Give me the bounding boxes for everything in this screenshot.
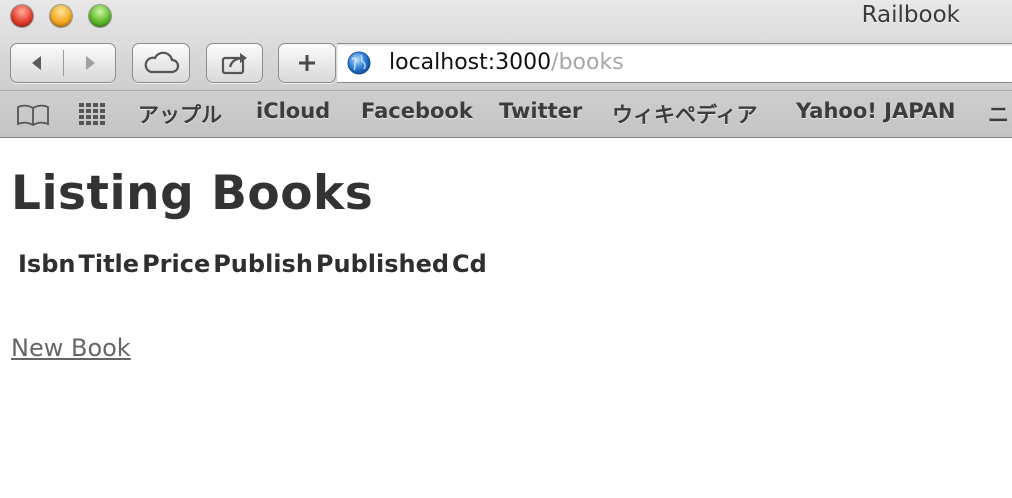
- bookmark-yahoo-japan[interactable]: Yahoo! JAPAN: [796, 99, 956, 123]
- grid-icon[interactable]: [78, 102, 108, 126]
- bookmark-apple[interactable]: アップル: [138, 99, 222, 129]
- forward-arrow-icon: [86, 56, 95, 70]
- column-header-cd: Cd: [452, 250, 487, 278]
- address-bar[interactable]: localhost:3000/books: [337, 43, 1012, 83]
- window-title: Railbook: [861, 2, 960, 28]
- table-header-row: Isbn Title Price Publish Published Cd: [18, 250, 487, 278]
- bookmarks-bar: アップル iCloud Facebook Twitter ウィキペディア Yah…: [0, 90, 1012, 136]
- page-title: Listing Books: [11, 166, 374, 221]
- close-window-button[interactable]: [11, 5, 33, 27]
- bookmark-icloud[interactable]: iCloud: [256, 99, 330, 123]
- new-book-link[interactable]: New Book: [11, 334, 131, 362]
- icloud-tabs-button[interactable]: [132, 43, 190, 83]
- url-path: /books: [551, 50, 624, 75]
- column-header-price: Price: [142, 250, 211, 278]
- back-button[interactable]: [11, 44, 63, 82]
- url-text: localhost:3000/books: [389, 50, 624, 76]
- browser-chrome: Railbook localhost:3000/books アップル iClou…: [0, 0, 1012, 138]
- column-header-published: Published: [315, 250, 450, 278]
- minimize-window-button[interactable]: [50, 5, 72, 27]
- title-bar: Railbook: [0, 0, 1012, 36]
- bookmark-wikipedia[interactable]: ウィキペディア: [612, 99, 758, 129]
- page-content: Listing Books Isbn Title Price Publish P…: [0, 138, 1012, 498]
- column-header-publish: Publish: [213, 250, 313, 278]
- bookmark-overflow[interactable]: ニ: [988, 99, 1009, 129]
- share-icon: [221, 53, 247, 75]
- new-tab-button[interactable]: [278, 43, 336, 83]
- plus-icon: [299, 55, 315, 71]
- bookmark-twitter[interactable]: Twitter: [499, 99, 582, 123]
- zoom-window-button[interactable]: [89, 5, 111, 27]
- book-icon[interactable]: [16, 104, 50, 126]
- navigation-buttons: [10, 43, 116, 83]
- books-table: Isbn Title Price Publish Published Cd: [15, 250, 490, 278]
- globe-icon: [347, 51, 371, 75]
- bookmark-facebook[interactable]: Facebook: [361, 99, 473, 123]
- cloud-icon: [144, 51, 180, 74]
- column-header-isbn: Isbn: [18, 250, 76, 278]
- url-host: localhost:3000: [389, 50, 552, 75]
- back-arrow-icon: [32, 56, 41, 70]
- share-button[interactable]: [206, 43, 263, 83]
- column-header-title: Title: [78, 250, 140, 278]
- forward-button[interactable]: [64, 44, 116, 82]
